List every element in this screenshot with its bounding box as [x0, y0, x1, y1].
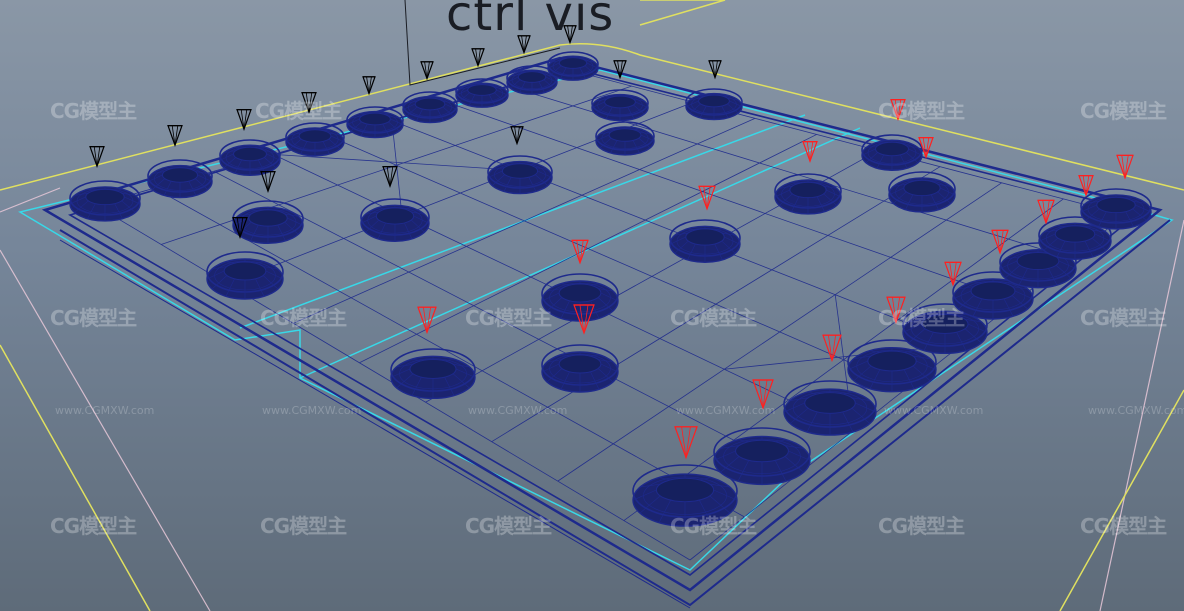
player-two-piece[interactable]	[669, 219, 741, 264]
player-one-piece[interactable]	[595, 121, 655, 156]
player-one-control[interactable]	[510, 126, 524, 146]
player-one-piece[interactable]	[346, 106, 404, 139]
player-two-control[interactable]	[890, 98, 906, 121]
player-two-control[interactable]	[822, 334, 842, 363]
player-two-piece[interactable]	[1080, 188, 1152, 230]
player-two-piece[interactable]	[888, 171, 956, 213]
player-one-piece[interactable]	[147, 159, 213, 199]
player-one-piece[interactable]	[547, 51, 599, 81]
player-two-piece[interactable]	[390, 348, 476, 400]
player-one-piece[interactable]	[285, 122, 345, 157]
player-two-piece[interactable]	[713, 427, 811, 486]
player-one-piece[interactable]	[591, 89, 649, 122]
safe-frame-left	[0, 344, 151, 611]
player-two-piece[interactable]	[783, 380, 877, 436]
player-one-piece[interactable]	[69, 180, 141, 222]
player-one-piece[interactable]	[402, 91, 458, 124]
player-one-control[interactable]	[260, 171, 276, 193]
player-one-control[interactable]	[471, 48, 485, 68]
player-one-control[interactable]	[362, 76, 376, 96]
player-two-control[interactable]	[674, 426, 698, 460]
chess-pieces	[69, 51, 1152, 527]
player-two-piece[interactable]	[541, 344, 619, 393]
player-one-control[interactable]	[420, 61, 434, 81]
player-one-piece[interactable]	[206, 251, 284, 300]
player-two-control[interactable]	[571, 239, 589, 265]
player-one-control[interactable]	[382, 166, 398, 188]
safe-frame-corner	[639, 0, 726, 26]
board-outline	[18, 69, 1174, 571]
board-grid-line	[213, 170, 799, 475]
player-one-piece[interactable]	[455, 78, 509, 108]
player-one-piece[interactable]	[232, 200, 304, 245]
viewport-canvas[interactable]	[0, 0, 1184, 611]
player-two-piece[interactable]	[774, 173, 842, 215]
player-one-control[interactable]	[167, 124, 183, 147]
ctrl-vis-label[interactable]: ctrl vis	[446, 0, 614, 42]
player-one-piece[interactable]	[219, 139, 281, 176]
player-one-piece[interactable]	[685, 88, 743, 121]
board-outline-path[interactable]	[18, 69, 1174, 571]
maya-viewport[interactable]: ctrl vis CG模型主 CG模型主 CG模型主 CG模型主 CG模型主 C…	[0, 0, 1184, 611]
player-two-control[interactable]	[698, 185, 716, 211]
player-one-piece[interactable]	[487, 155, 553, 195]
ground-grid-line	[1099, 219, 1184, 611]
player-two-control[interactable]	[802, 141, 818, 163]
player-one-piece[interactable]	[360, 198, 430, 243]
safe-frame-right	[1059, 389, 1184, 611]
ground-grid-line	[0, 249, 211, 611]
player-two-piece[interactable]	[541, 273, 619, 322]
